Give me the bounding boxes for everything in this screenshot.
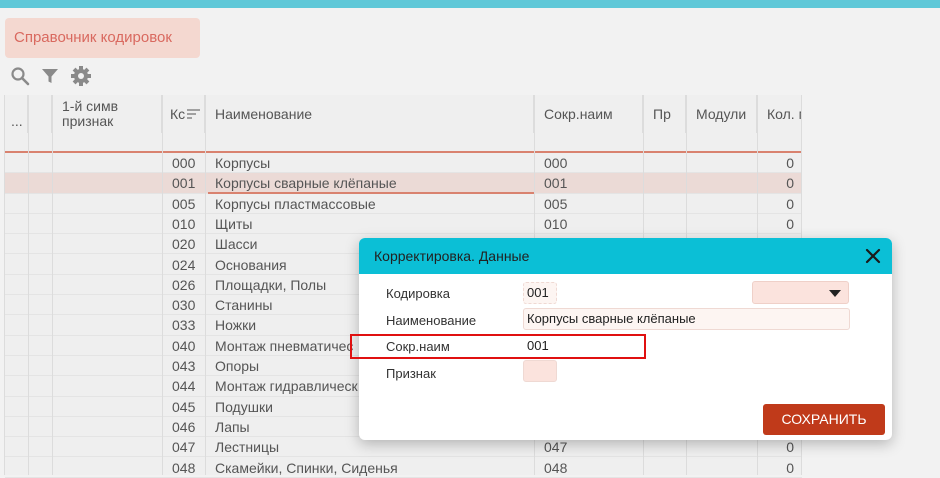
- column-divider: [162, 95, 163, 475]
- close-icon[interactable]: [864, 247, 882, 265]
- cell-code: 046: [172, 418, 196, 435]
- search-icon[interactable]: [10, 66, 30, 86]
- cell-count: 0: [786, 175, 794, 192]
- sort-icon[interactable]: [187, 109, 201, 119]
- header-first-symbol[interactable]: 1-й симв признак: [52, 95, 162, 133]
- sign-label: Признак: [386, 366, 436, 381]
- cell-code: 010: [172, 215, 196, 232]
- cell-code: 040: [172, 337, 196, 354]
- cell-short: 005: [544, 195, 568, 212]
- cell-name: Щиты: [215, 215, 253, 232]
- cell-count: 0: [786, 215, 794, 232]
- sign-field[interactable]: [523, 360, 557, 382]
- header-dots[interactable]: ...: [5, 95, 28, 133]
- cell-code: 024: [172, 256, 196, 273]
- code-dropdown[interactable]: [752, 281, 849, 304]
- cell-short: 010: [544, 215, 568, 232]
- cell-code: 030: [172, 297, 196, 314]
- chevron-down-icon: [829, 290, 841, 297]
- column-divider: [52, 95, 53, 475]
- cell-count: 0: [786, 459, 794, 476]
- header-name[interactable]: Наименование: [205, 95, 534, 133]
- cell-code: 048: [172, 459, 196, 476]
- cell-name: Скамейки, Спинки, Сиденья: [215, 459, 398, 476]
- cell-name: Корпусы: [215, 155, 271, 171]
- cell-count: 0: [786, 439, 794, 456]
- cell-short: 001: [544, 175, 568, 192]
- column-divider: [205, 95, 206, 475]
- table-row[interactable]: 010 Щиты 010 0: [5, 214, 802, 235]
- dialog-header: Корректировка. Данные: [359, 238, 892, 274]
- name-field[interactable]: Корпусы сварные клёпаные: [523, 308, 850, 330]
- cell-name: Корпусы пластмассовые: [215, 195, 376, 212]
- table-row[interactable]: 000 Корпусы 000 0: [5, 153, 802, 174]
- save-button[interactable]: СОХРАНИТЬ: [763, 404, 885, 435]
- cell-code: 026: [172, 276, 196, 293]
- header-blank: [28, 95, 52, 133]
- filter-icon[interactable]: [40, 66, 60, 86]
- cell-code: 033: [172, 317, 196, 334]
- top-accent-bar: [0, 0, 940, 8]
- column-divider: [28, 95, 29, 475]
- settings-icon[interactable]: [70, 65, 92, 87]
- cell-code: 047: [172, 439, 196, 456]
- short-name-field[interactable]: 001: [523, 335, 621, 357]
- filter-row: [5, 133, 802, 153]
- header-count[interactable]: Кол. м: [757, 95, 802, 133]
- header-pr[interactable]: Пр: [643, 95, 686, 133]
- short-name-label: Сокр.наим: [386, 339, 450, 354]
- cell-short: 000: [544, 155, 568, 171]
- header-code-label: Кс: [170, 106, 186, 122]
- table-header: ... 1-й симв признак Кс Наименование Сок…: [5, 95, 802, 133]
- code-label: Кодировка: [386, 286, 450, 301]
- toolbar: [10, 65, 92, 87]
- cell-code: 005: [172, 195, 196, 212]
- cell-code: 020: [172, 236, 196, 253]
- cell-code: 000: [172, 155, 196, 171]
- cell-code: 044: [172, 378, 196, 395]
- table-row[interactable]: 047 Лестницы 047 0: [5, 437, 802, 458]
- edit-dialog: Корректировка. Данные Кодировка 001 Наим…: [359, 238, 892, 440]
- header-code[interactable]: Кс: [162, 95, 205, 133]
- cell-short: 047: [544, 439, 568, 456]
- cell-count: 0: [786, 195, 794, 212]
- table-row[interactable]: 001 Корпусы сварные клёпаные 001 0: [5, 173, 802, 195]
- cell-code: 043: [172, 358, 196, 374]
- header-modules[interactable]: Модули: [686, 95, 757, 133]
- table-row[interactable]: 048 Скамейки, Спинки, Сиденья 048 0: [5, 458, 802, 478]
- cell-name: Корпусы сварные клёпаные: [215, 175, 397, 192]
- code-field[interactable]: 001: [523, 282, 557, 304]
- table-row[interactable]: 005 Корпусы пластмассовые 005 0: [5, 194, 802, 214]
- cell-name: Лестницы: [215, 439, 280, 456]
- cell-code: 001: [172, 175, 196, 192]
- reference-title-button[interactable]: Справочник кодировок: [5, 18, 200, 58]
- cell-code: 045: [172, 398, 196, 415]
- cell-count: 0: [786, 155, 794, 171]
- name-label: Наименование: [386, 313, 477, 328]
- cell-short: 048: [544, 459, 568, 476]
- dialog-title: Корректировка. Данные: [374, 248, 530, 264]
- header-short[interactable]: Сокр.наим: [534, 95, 643, 133]
